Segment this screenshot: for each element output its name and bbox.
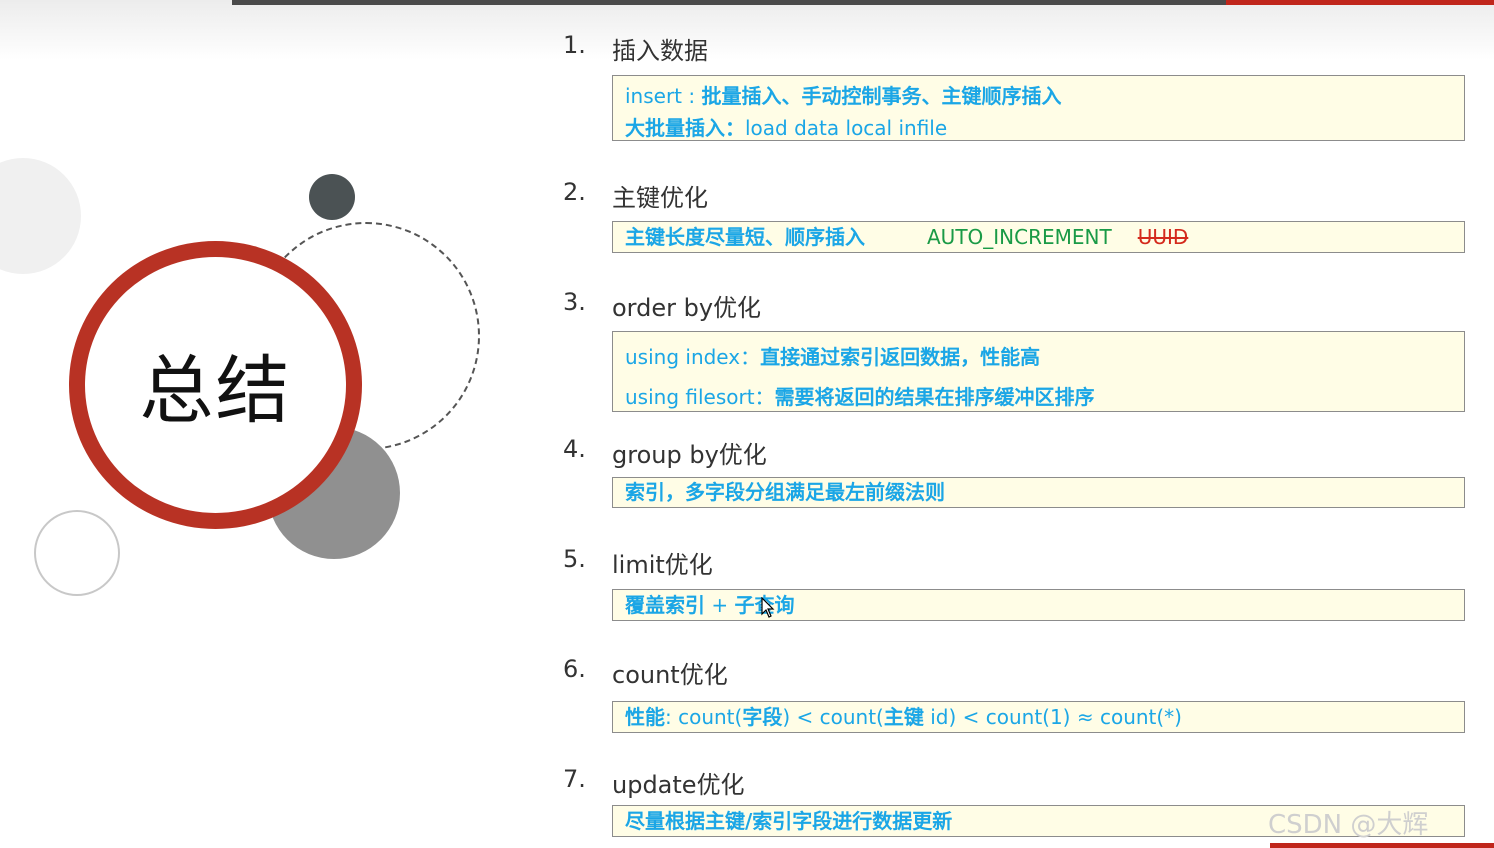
bottom-bar-red [1270, 843, 1494, 848]
item-6-part-f: id) < count(1) ≈ count(*) [923, 705, 1182, 729]
item-6-part-a: 性能 [625, 705, 665, 729]
top-fade [0, 0, 1494, 60]
item-1-line1-label: insert : [625, 84, 702, 108]
item-3-number: 3. [563, 288, 586, 316]
item-3-title: order by优化 [612, 294, 762, 322]
item-1-number: 1. [563, 31, 586, 59]
item-1-line2-label: 大批量插入： [625, 116, 745, 140]
item-6-number: 6. [563, 655, 586, 683]
item-6-title: count优化 [612, 661, 728, 689]
item-5-number: 5. [563, 545, 586, 573]
item-4-title: group by优化 [612, 441, 767, 469]
item-4-number: 4. [563, 435, 586, 463]
top-bar-red [1226, 0, 1494, 5]
item-7-title: update优化 [612, 771, 745, 799]
item-6-part-b: : count( [665, 705, 743, 729]
summary-circle: 总结 [69, 241, 362, 529]
item-7-number: 7. [563, 765, 586, 793]
item-2-text: 主键长度尽量短、顺序插入 [625, 225, 865, 249]
top-bar-dark [232, 0, 1226, 5]
item-2-auto-increment: AUTO_INCREMENT [927, 225, 1112, 249]
item-3-line1-label: using index： [625, 345, 761, 369]
summary-title: 总结 [139, 347, 292, 434]
item-2-uuid: UUID [1137, 225, 1189, 249]
item-1-box: insert : 批量插入、手动控制事务、主键顺序插入 大批量插入：load d… [612, 75, 1465, 141]
item-3-line2-text: 需要将返回的结果在排序缓冲区排序 [774, 385, 1095, 409]
watermark: CSDN @大辉 [1268, 810, 1429, 840]
decor-circle-dark [309, 174, 355, 220]
item-1-line1-text: 批量插入、手动控制事务、主键顺序插入 [701, 84, 1062, 108]
item-6-part-e: 主键 [883, 705, 924, 729]
item-6-box: 性能: count(字段) < count(主键 id) < count(1) … [612, 701, 1465, 733]
item-4-box: 索引，多字段分组满足最左前缀法则 [612, 477, 1465, 508]
item-5-text-a: 覆盖索引 [625, 593, 705, 617]
decor-circle-outline [34, 510, 120, 596]
item-3-line2-label: using filesort： [625, 385, 775, 409]
item-6-part-d: ) < count( [782, 705, 884, 729]
item-5-title: limit优化 [612, 551, 713, 579]
decor-circle-lightgray [0, 158, 81, 274]
item-3-line1-text: 直接通过索引返回数据，性能高 [760, 345, 1041, 369]
item-5-plus: + [705, 593, 735, 617]
item-2-number: 2. [563, 178, 586, 206]
item-6-part-c: 字段 [742, 705, 783, 729]
item-5-box: 覆盖索引 + 子查询 [612, 589, 1465, 621]
item-3-box: using index：直接通过索引返回数据，性能高 using filesor… [612, 331, 1465, 412]
mouse-cursor-icon [761, 597, 775, 618]
item-1-title: 插入数据 [612, 37, 708, 65]
item-4-text: 索引，多字段分组满足最左前缀法则 [625, 480, 945, 504]
item-1-line2-text: load data local infile [745, 116, 948, 140]
item-2-title: 主键优化 [612, 184, 708, 212]
item-2-box: 主键长度尽量短、顺序插入 AUTO_INCREMENT UUID [612, 221, 1465, 253]
